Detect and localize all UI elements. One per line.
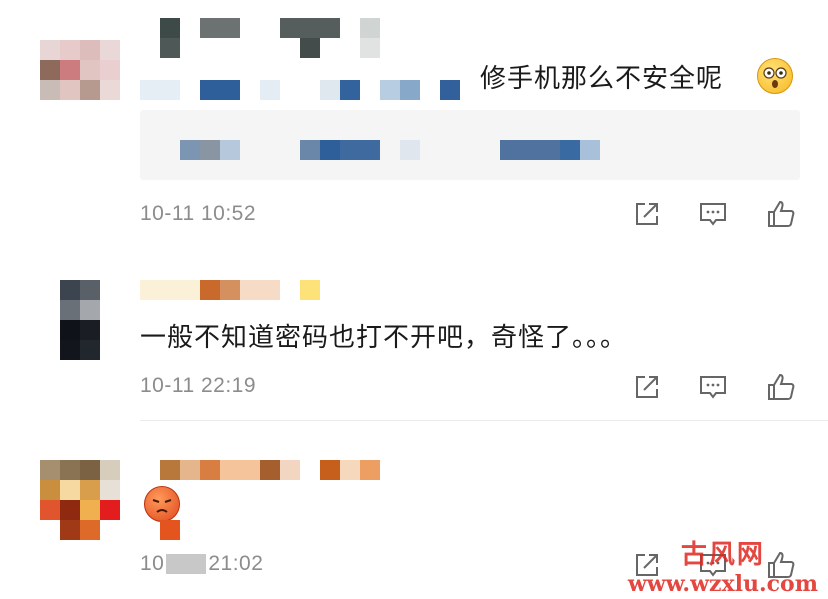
divider [140, 420, 828, 421]
comment-text: 修手机那么不安全呢 [480, 64, 724, 94]
avatar[interactable] [40, 460, 120, 540]
comment-icon[interactable] [698, 372, 728, 402]
comment-time: 10-11 10:52 [140, 202, 257, 225]
quoted-reply-blurred[interactable] [140, 110, 800, 180]
comment-item: 修手机那么不安全呢 10-11 10:52 [0, 0, 828, 240]
watermark-title: 古风网 [680, 540, 765, 570]
username-blurred[interactable] [140, 460, 420, 480]
comment-text: 一般不知道密码也打不开吧，奇怪了。。。 [140, 323, 628, 353]
comment-time: 10-11 22:19 [140, 374, 257, 397]
thumbs-up-icon[interactable] [766, 199, 796, 229]
pouting-emoji-icon [144, 486, 180, 522]
site-watermark: 古风网 www.wzxlu.com [628, 534, 818, 597]
avatar[interactable] [40, 40, 120, 100]
shocked-emoji-icon [757, 58, 793, 94]
share-icon[interactable] [632, 199, 662, 229]
username-blurred[interactable] [140, 280, 340, 300]
comment-item: 一般不知道密码也打不开吧，奇怪了。。。 10-11 22:19 [0, 260, 828, 420]
comment-icon[interactable] [698, 199, 728, 229]
watermark-url: www.wzxlu.com [627, 571, 818, 597]
blurred-image[interactable] [160, 520, 180, 540]
thumbs-up-icon[interactable] [766, 372, 796, 402]
blurred-segment [166, 554, 207, 575]
comment-time: 10 21:02 [140, 552, 264, 575]
avatar[interactable] [60, 280, 100, 360]
share-icon[interactable] [632, 372, 662, 402]
username-blurred[interactable] [140, 0, 480, 100]
